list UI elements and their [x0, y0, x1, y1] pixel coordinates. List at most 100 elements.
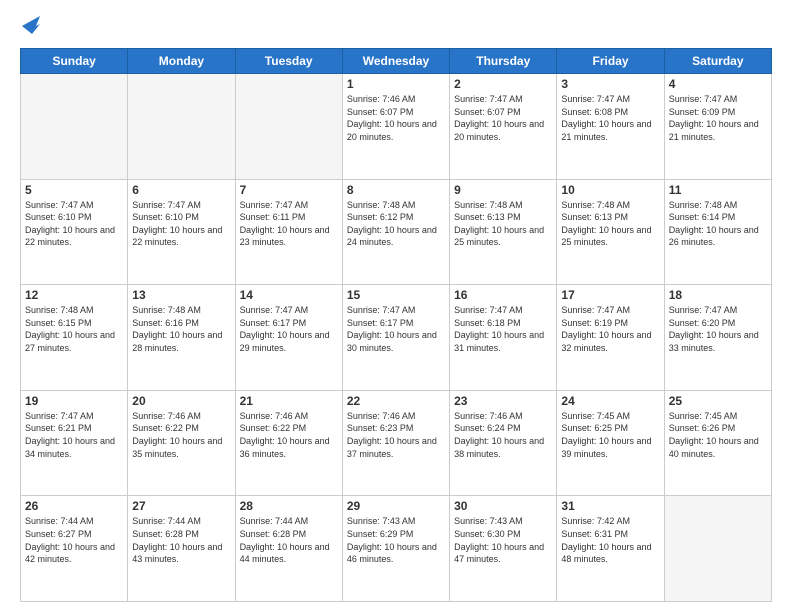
day-number: 16: [454, 288, 552, 302]
day-info: Sunrise: 7:45 AM Sunset: 6:25 PM Dayligh…: [561, 410, 659, 460]
calendar-cell: 19 Sunrise: 7:47 AM Sunset: 6:21 PM Dayli…: [21, 390, 128, 496]
day-number: 30: [454, 499, 552, 513]
weekday-header-friday: Friday: [557, 49, 664, 74]
day-number: 9: [454, 183, 552, 197]
logo-bird-icon: [22, 16, 40, 38]
day-info: Sunrise: 7:48 AM Sunset: 6:12 PM Dayligh…: [347, 199, 445, 249]
day-number: 21: [240, 394, 338, 408]
calendar-cell: 30 Sunrise: 7:43 AM Sunset: 6:30 PM Dayli…: [450, 496, 557, 602]
calendar-cell: 16 Sunrise: 7:47 AM Sunset: 6:18 PM Dayli…: [450, 285, 557, 391]
calendar-cell: 26 Sunrise: 7:44 AM Sunset: 6:27 PM Dayli…: [21, 496, 128, 602]
calendar-cell: 14 Sunrise: 7:47 AM Sunset: 6:17 PM Dayli…: [235, 285, 342, 391]
calendar-cell: 28 Sunrise: 7:44 AM Sunset: 6:28 PM Dayli…: [235, 496, 342, 602]
day-info: Sunrise: 7:42 AM Sunset: 6:31 PM Dayligh…: [561, 515, 659, 565]
calendar-cell: 15 Sunrise: 7:47 AM Sunset: 6:17 PM Dayli…: [342, 285, 449, 391]
day-number: 13: [132, 288, 230, 302]
day-info: Sunrise: 7:46 AM Sunset: 6:07 PM Dayligh…: [347, 93, 445, 143]
calendar-cell: 4 Sunrise: 7:47 AM Sunset: 6:09 PM Daylig…: [664, 74, 771, 180]
day-info: Sunrise: 7:47 AM Sunset: 6:21 PM Dayligh…: [25, 410, 123, 460]
day-info: Sunrise: 7:47 AM Sunset: 6:17 PM Dayligh…: [240, 304, 338, 354]
day-number: 14: [240, 288, 338, 302]
weekday-header-wednesday: Wednesday: [342, 49, 449, 74]
day-info: Sunrise: 7:47 AM Sunset: 6:09 PM Dayligh…: [669, 93, 767, 143]
calendar-cell: 17 Sunrise: 7:47 AM Sunset: 6:19 PM Dayli…: [557, 285, 664, 391]
logo-text: [20, 16, 40, 38]
day-info: Sunrise: 7:44 AM Sunset: 6:27 PM Dayligh…: [25, 515, 123, 565]
day-number: 6: [132, 183, 230, 197]
day-info: Sunrise: 7:47 AM Sunset: 6:10 PM Dayligh…: [25, 199, 123, 249]
calendar-cell: 31Sunrise: 7:42 AM Sunset: 6:31 PM Dayli…: [557, 496, 664, 602]
calendar-week-3: 12Sunrise: 7:48 AM Sunset: 6:15 PM Dayli…: [21, 285, 772, 391]
calendar-cell: 6 Sunrise: 7:47 AM Sunset: 6:10 PM Daylig…: [128, 179, 235, 285]
day-info: Sunrise: 7:47 AM Sunset: 6:17 PM Dayligh…: [347, 304, 445, 354]
day-info: Sunrise: 7:46 AM Sunset: 6:23 PM Dayligh…: [347, 410, 445, 460]
day-number: 15: [347, 288, 445, 302]
calendar-cell: 11Sunrise: 7:48 AM Sunset: 6:14 PM Dayli…: [664, 179, 771, 285]
weekday-header-thursday: Thursday: [450, 49, 557, 74]
day-number: 7: [240, 183, 338, 197]
day-number: 28: [240, 499, 338, 513]
header: [20, 16, 772, 38]
day-number: 22: [347, 394, 445, 408]
day-number: 10: [561, 183, 659, 197]
day-number: 1: [347, 77, 445, 91]
calendar-week-2: 5Sunrise: 7:47 AM Sunset: 6:10 PM Daylig…: [21, 179, 772, 285]
day-number: 3: [561, 77, 659, 91]
logo: [20, 16, 40, 38]
day-info: Sunrise: 7:47 AM Sunset: 6:19 PM Dayligh…: [561, 304, 659, 354]
day-info: Sunrise: 7:46 AM Sunset: 6:22 PM Dayligh…: [132, 410, 230, 460]
day-number: 19: [25, 394, 123, 408]
calendar-cell: 24Sunrise: 7:45 AM Sunset: 6:25 PM Dayli…: [557, 390, 664, 496]
day-number: 26: [25, 499, 123, 513]
day-info: Sunrise: 7:47 AM Sunset: 6:07 PM Dayligh…: [454, 93, 552, 143]
calendar-cell: 5Sunrise: 7:47 AM Sunset: 6:10 PM Daylig…: [21, 179, 128, 285]
calendar-cell: 12Sunrise: 7:48 AM Sunset: 6:15 PM Dayli…: [21, 285, 128, 391]
calendar-week-1: 1 Sunrise: 7:46 AM Sunset: 6:07 PM Daylig…: [21, 74, 772, 180]
calendar-cell: 1 Sunrise: 7:46 AM Sunset: 6:07 PM Daylig…: [342, 74, 449, 180]
day-number: 27: [132, 499, 230, 513]
day-info: Sunrise: 7:46 AM Sunset: 6:22 PM Dayligh…: [240, 410, 338, 460]
calendar-cell: 18Sunrise: 7:47 AM Sunset: 6:20 PM Dayli…: [664, 285, 771, 391]
calendar-cell: [235, 74, 342, 180]
calendar-cell: 8Sunrise: 7:48 AM Sunset: 6:12 PM Daylig…: [342, 179, 449, 285]
weekday-header-sunday: Sunday: [21, 49, 128, 74]
day-info: Sunrise: 7:45 AM Sunset: 6:26 PM Dayligh…: [669, 410, 767, 460]
calendar-cell: 21 Sunrise: 7:46 AM Sunset: 6:22 PM Dayli…: [235, 390, 342, 496]
calendar-cell: 20 Sunrise: 7:46 AM Sunset: 6:22 PM Dayli…: [128, 390, 235, 496]
day-info: Sunrise: 7:47 AM Sunset: 6:11 PM Dayligh…: [240, 199, 338, 249]
weekday-header-row: SundayMondayTuesdayWednesdayThursdayFrid…: [21, 49, 772, 74]
day-info: Sunrise: 7:47 AM Sunset: 6:08 PM Dayligh…: [561, 93, 659, 143]
day-info: Sunrise: 7:43 AM Sunset: 6:29 PM Dayligh…: [347, 515, 445, 565]
day-number: 25: [669, 394, 767, 408]
day-number: 2: [454, 77, 552, 91]
day-number: 4: [669, 77, 767, 91]
weekday-header-tuesday: Tuesday: [235, 49, 342, 74]
day-info: Sunrise: 7:47 AM Sunset: 6:18 PM Dayligh…: [454, 304, 552, 354]
day-number: 12: [25, 288, 123, 302]
page: SundayMondayTuesdayWednesdayThursdayFrid…: [0, 0, 792, 612]
weekday-header-monday: Monday: [128, 49, 235, 74]
calendar-cell: [128, 74, 235, 180]
day-info: Sunrise: 7:48 AM Sunset: 6:13 PM Dayligh…: [561, 199, 659, 249]
calendar-cell: 2 Sunrise: 7:47 AM Sunset: 6:07 PM Daylig…: [450, 74, 557, 180]
day-info: Sunrise: 7:43 AM Sunset: 6:30 PM Dayligh…: [454, 515, 552, 565]
day-info: Sunrise: 7:48 AM Sunset: 6:13 PM Dayligh…: [454, 199, 552, 249]
calendar-cell: [21, 74, 128, 180]
calendar-cell: 13Sunrise: 7:48 AM Sunset: 6:16 PM Dayli…: [128, 285, 235, 391]
calendar-cell: 29 Sunrise: 7:43 AM Sunset: 6:29 PM Dayli…: [342, 496, 449, 602]
calendar-cell: 9 Sunrise: 7:48 AM Sunset: 6:13 PM Daylig…: [450, 179, 557, 285]
day-number: 29: [347, 499, 445, 513]
day-info: Sunrise: 7:44 AM Sunset: 6:28 PM Dayligh…: [240, 515, 338, 565]
calendar-table: SundayMondayTuesdayWednesdayThursdayFrid…: [20, 48, 772, 602]
day-number: 18: [669, 288, 767, 302]
calendar-week-5: 26 Sunrise: 7:44 AM Sunset: 6:27 PM Dayli…: [21, 496, 772, 602]
calendar-cell: 27Sunrise: 7:44 AM Sunset: 6:28 PM Dayli…: [128, 496, 235, 602]
day-info: Sunrise: 7:46 AM Sunset: 6:24 PM Dayligh…: [454, 410, 552, 460]
weekday-header-saturday: Saturday: [664, 49, 771, 74]
calendar-cell: 22 Sunrise: 7:46 AM Sunset: 6:23 PM Dayli…: [342, 390, 449, 496]
day-number: 20: [132, 394, 230, 408]
calendar-cell: [664, 496, 771, 602]
day-number: 17: [561, 288, 659, 302]
day-info: Sunrise: 7:47 AM Sunset: 6:10 PM Dayligh…: [132, 199, 230, 249]
calendar-cell: 25 Sunrise: 7:45 AM Sunset: 6:26 PM Dayli…: [664, 390, 771, 496]
